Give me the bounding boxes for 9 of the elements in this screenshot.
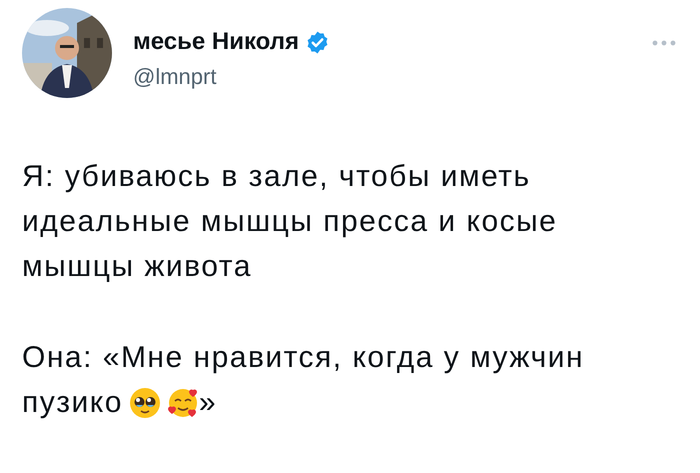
author-name[interactable]: месье Николя [133, 28, 299, 56]
author-handle[interactable]: @lmnprt [133, 64, 652, 90]
smiling-face-with-hearts-icon [166, 386, 199, 418]
more-icon[interactable] [652, 40, 676, 46]
tweet-text: пузико [22, 385, 123, 421]
closing-quote: » [198, 385, 218, 421]
pleading-face-icon [128, 386, 161, 418]
tweet-text: Я: убиваюсь в зале, чтобы иметь идеальные мышцы пресса и косые мышцы живота [22, 159, 558, 285]
tweet-text: Она: «Мне нравится, когда у мужчин [22, 340, 584, 376]
